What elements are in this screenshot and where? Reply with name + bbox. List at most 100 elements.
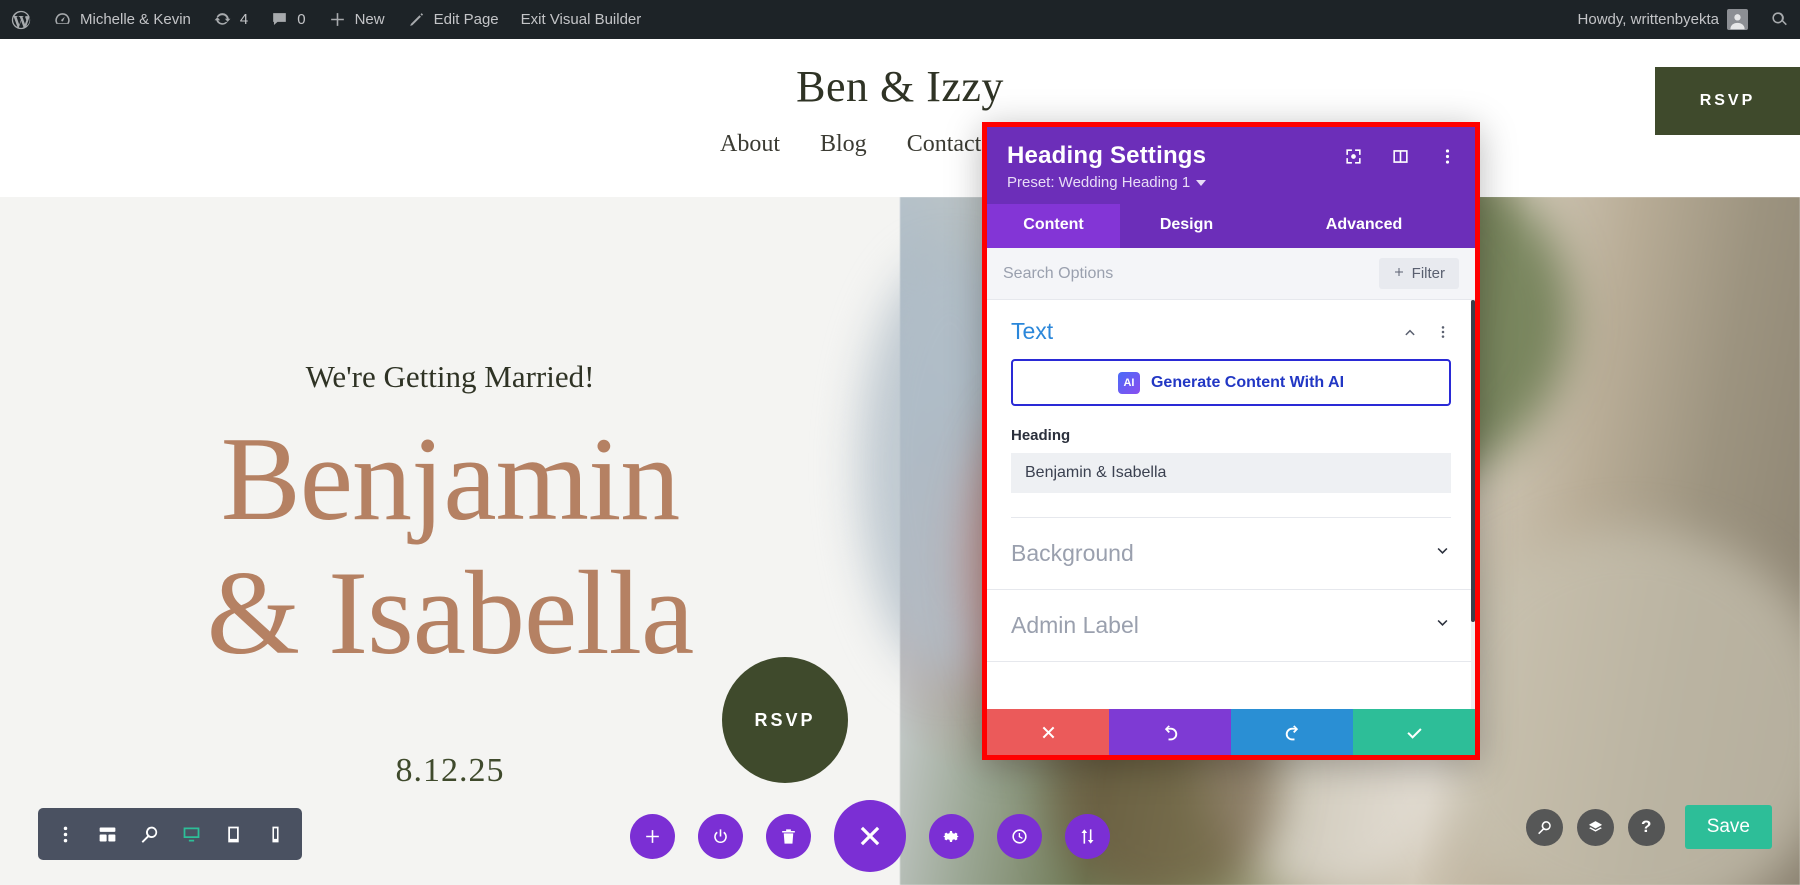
admin-bar-comments[interactable]: 0 (259, 0, 316, 39)
vb-layers-button[interactable] (1577, 809, 1614, 846)
user-avatar-icon (1727, 9, 1748, 30)
vb-help-button[interactable]: ? (1628, 809, 1665, 846)
wordpress-logo-icon (10, 9, 32, 31)
vb-power-button[interactable] (698, 814, 743, 859)
filter-button[interactable]: Filter (1379, 258, 1459, 289)
plus-icon (643, 827, 662, 846)
generate-content-with-ai-button[interactable]: AI Generate Content With AI (1011, 359, 1451, 406)
site-brand: Ben & Izzy (0, 61, 1800, 112)
modal-undo-button[interactable] (1109, 709, 1231, 755)
chevron-down-icon[interactable] (1434, 543, 1451, 565)
vb-delete-button[interactable] (766, 814, 811, 859)
modal-footer (987, 709, 1475, 755)
sort-arrows-icon (1078, 827, 1097, 846)
modal-header-icons (1344, 147, 1457, 166)
nav-item-contact[interactable]: Contact (907, 131, 982, 158)
site-nav: About Blog Contact Home (0, 131, 1800, 158)
rsvp-circle-button[interactable]: RSVP (722, 657, 848, 783)
more-vertical-icon[interactable] (1438, 147, 1457, 166)
new-label: New (355, 11, 385, 28)
comments-count: 0 (297, 11, 305, 28)
vb-close-toolbar-button[interactable] (834, 800, 906, 872)
hero-heading-line1: Benjamin (0, 412, 900, 546)
search-input[interactable] (1003, 265, 1303, 283)
help-question-icon: ? (1641, 817, 1651, 837)
vb-main-toolbar (630, 800, 1110, 872)
rsvp-header-button[interactable]: RSVP (1655, 67, 1800, 135)
vb-portability-button[interactable] (1065, 814, 1110, 859)
modal-redo-button[interactable] (1231, 709, 1353, 755)
modal-scrollbar-track[interactable] (1471, 300, 1475, 709)
close-x-icon (855, 821, 885, 851)
modal-preset-selector[interactable]: Preset: Wedding Heading 1 (1007, 174, 1455, 191)
vb-tablet-view-button[interactable] (212, 808, 254, 860)
admin-bar-updates[interactable]: 4 (202, 0, 259, 39)
admin-bar-edit-page[interactable]: Edit Page (396, 0, 510, 39)
edit-page-label: Edit Page (434, 11, 499, 28)
redo-arrow-icon (1283, 723, 1302, 742)
section-text-header[interactable]: Text (1011, 318, 1451, 359)
comment-bubble-icon (270, 10, 289, 29)
vb-search-button[interactable] (1526, 809, 1563, 846)
power-icon (711, 827, 730, 846)
vb-phone-view-button[interactable] (254, 808, 296, 860)
site-name-label: Michelle & Kevin (80, 11, 191, 28)
wp-admin-bar: Michelle & Kevin 4 0 New Edit Page (0, 0, 1800, 39)
vb-settings-button[interactable] (929, 814, 974, 859)
modal-save-button[interactable] (1353, 709, 1475, 755)
layers-icon (1587, 819, 1604, 836)
vb-wireframe-view-button[interactable] (86, 808, 128, 860)
search-icon (1770, 10, 1789, 29)
focus-target-icon[interactable] (1344, 147, 1363, 166)
tablet-view-icon (223, 824, 244, 845)
vb-desktop-view-button[interactable] (170, 808, 212, 860)
admin-bar-search[interactable] (1759, 0, 1800, 39)
section-text: Text AI Generate Content With AI (987, 300, 1475, 518)
gear-icon (942, 827, 961, 846)
wp-logo-menu[interactable] (0, 0, 42, 39)
close-x-icon (1039, 723, 1058, 742)
modal-scrollbar-thumb[interactable] (1471, 300, 1475, 622)
modal-cancel-button[interactable] (987, 709, 1109, 755)
vb-more-options-button[interactable] (44, 808, 86, 860)
tab-design[interactable]: Design (1120, 204, 1253, 248)
tab-content[interactable]: Content (987, 204, 1120, 248)
chevron-up-icon[interactable] (1402, 324, 1418, 340)
vb-zoom-view-button[interactable] (128, 808, 170, 860)
vb-history-button[interactable] (997, 814, 1042, 859)
trash-icon (779, 827, 798, 846)
heading-input[interactable] (1011, 453, 1451, 493)
vb-add-button[interactable] (630, 814, 675, 859)
panel-layout-icon[interactable] (1391, 147, 1410, 166)
section-background[interactable]: Background (987, 518, 1475, 590)
nav-item-about[interactable]: About (720, 131, 780, 158)
chevron-down-icon[interactable] (1434, 615, 1451, 637)
section-admin-label-title: Admin Label (1011, 612, 1139, 639)
tab-advanced[interactable]: Advanced (1253, 204, 1475, 248)
section-admin-label[interactable]: Admin Label (987, 590, 1475, 662)
section-background-title: Background (1011, 540, 1134, 567)
screen: Michelle & Kevin 4 0 New Edit Page (0, 0, 1800, 885)
filter-label: Filter (1412, 265, 1445, 282)
desktop-view-icon (181, 824, 202, 845)
hero-heading[interactable]: Benjamin & Isabella (0, 412, 900, 681)
nav-item-blog[interactable]: Blog (820, 131, 867, 158)
updates-sync-icon (213, 10, 232, 29)
vb-view-toolbar (38, 808, 302, 860)
admin-bar-exit-visual-builder[interactable]: Exit Visual Builder (510, 0, 653, 39)
modal-tabs: Content Design Advanced (987, 204, 1475, 248)
dashboard-speedometer-icon (53, 10, 72, 29)
admin-bar-site-name[interactable]: Michelle & Kevin (42, 0, 202, 39)
plus-icon (1393, 265, 1405, 282)
admin-bar-new[interactable]: New (317, 0, 396, 39)
undo-arrow-icon (1161, 723, 1180, 742)
howdy-label: Howdy, writtenbyekta (1578, 11, 1719, 28)
vb-save-button[interactable]: Save (1685, 805, 1772, 849)
modal-body: Text AI Generate Content With AI (987, 300, 1475, 709)
section-text-controls (1402, 324, 1451, 340)
more-vertical-icon[interactable] (1435, 324, 1451, 340)
history-clock-icon (1010, 827, 1029, 846)
more-vertical-icon (55, 824, 76, 845)
section-text-title: Text (1011, 318, 1053, 345)
admin-bar-my-account[interactable]: Howdy, writtenbyekta (1567, 0, 1759, 39)
